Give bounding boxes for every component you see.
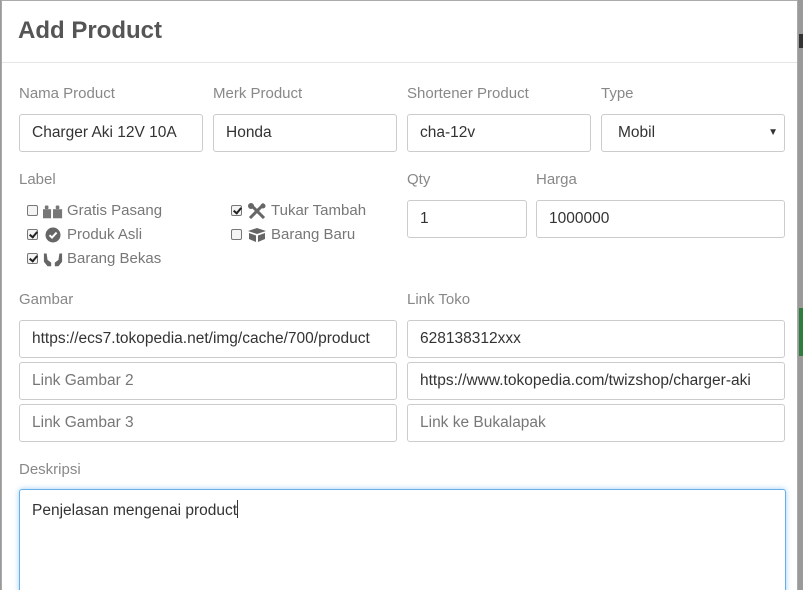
produk-asli-checkbox[interactable] <box>27 229 38 240</box>
label-section-title: Label <box>19 171 56 188</box>
text-cursor <box>237 500 239 518</box>
hands-icon <box>43 251 63 267</box>
label-option-barang-baru[interactable]: Barang Baru <box>231 226 355 243</box>
harga-label: Harga <box>536 171 577 188</box>
link-gambar-1-input[interactable] <box>19 320 397 358</box>
label-option-produk-asli[interactable]: Produk Asli <box>27 226 142 243</box>
qty-label: Qty <box>407 171 431 188</box>
harga-input[interactable] <box>536 200 785 238</box>
backdrop-edge <box>799 34 803 48</box>
tukar-tambah-checkbox[interactable] <box>231 205 242 216</box>
nama-product-label: Nama Product <box>19 85 115 102</box>
gratis-pasang-label: Gratis Pasang <box>67 202 163 219</box>
deskripsi-label: Deskripsi <box>19 461 81 478</box>
type-label: Type <box>601 85 634 102</box>
gambar-label: Gambar <box>19 291 74 308</box>
add-product-modal: Add Product Nama Product Merk Product Sh… <box>1 0 798 590</box>
link-toko-label: Link Toko <box>407 291 471 308</box>
tokopedia-link-input[interactable] <box>407 362 785 400</box>
label-option-gratis-pasang[interactable]: Gratis Pasang <box>27 202 162 219</box>
shortener-product-input[interactable] <box>407 114 591 152</box>
barang-baru-label: Barang Baru <box>271 226 356 243</box>
gratis-pasang-checkbox[interactable] <box>27 205 38 216</box>
shortener-product-label: Shortener Product <box>407 85 529 102</box>
tukar-tambah-label: Tukar Tambah <box>271 202 367 219</box>
merk-product-input[interactable] <box>213 114 397 152</box>
caret-down-icon: ▼ <box>768 127 778 138</box>
qty-input[interactable] <box>407 200 527 238</box>
deskripsi-textarea[interactable]: Penjelasan mengenai product <box>19 489 786 590</box>
backdrop-green-strip <box>799 308 803 356</box>
type-select-value: Mobil <box>618 124 656 141</box>
barang-bekas-label: Barang Bekas <box>67 250 162 267</box>
modal-header: Add Product <box>2 1 797 63</box>
nama-product-input[interactable] <box>19 114 203 152</box>
modal-title: Add Product <box>18 17 162 44</box>
barang-bekas-checkbox[interactable] <box>27 253 38 264</box>
link-gambar-2-input[interactable] <box>19 362 397 400</box>
tools-icon <box>247 202 267 219</box>
phone-input[interactable] <box>407 320 785 358</box>
gift-icon <box>43 203 63 219</box>
type-select[interactable]: Mobil ▼ <box>601 114 785 152</box>
bukalapak-link-input[interactable] <box>407 404 785 442</box>
label-option-barang-bekas[interactable]: Barang Bekas <box>27 250 161 267</box>
label-option-tukar-tambah[interactable]: Tukar Tambah <box>231 202 366 219</box>
merk-product-label: Merk Product <box>213 85 303 102</box>
produk-asli-label: Produk Asli <box>67 226 143 243</box>
deskripsi-text: Penjelasan mengenai product <box>32 502 238 519</box>
barang-baru-checkbox[interactable] <box>231 229 242 240</box>
check-circle-icon <box>43 227 63 243</box>
box-icon <box>247 227 267 243</box>
link-gambar-3-input[interactable] <box>19 404 397 442</box>
